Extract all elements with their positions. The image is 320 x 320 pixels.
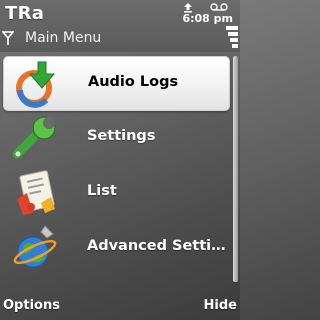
app-title: TRa <box>5 3 45 24</box>
hide-softkey[interactable]: Hide <box>204 298 237 313</box>
softkey-bar: Options Hide <box>0 292 240 320</box>
wrench-icon <box>12 116 56 159</box>
battery-indicator <box>226 26 238 48</box>
menu-item-label: Settings <box>87 128 156 144</box>
clock: 6:08 pm <box>182 12 233 25</box>
menu-item-list[interactable]: List <box>3 166 230 221</box>
status-area: TRa Main Menu 6:08 pm <box>0 0 240 52</box>
screen: TRa Main Menu 6:08 pm Audio Logs Setting… <box>0 0 240 320</box>
scrollbar[interactable] <box>233 56 238 282</box>
menu-item-label: Audio Logs <box>88 74 179 90</box>
menu-item-label: Advanced Setti… <box>87 238 226 254</box>
main-menu-list: Audio Logs Settings List Advanced Setti… <box>0 56 240 286</box>
list-document-icon <box>17 170 55 215</box>
menu-item-label: List <box>87 183 117 199</box>
globe-icon <box>13 225 57 268</box>
menu-item-audio-logs[interactable]: Audio Logs <box>3 56 230 111</box>
audio-logs-icon <box>16 61 56 108</box>
antenna-icon <box>2 31 14 45</box>
menu-item-settings[interactable]: Settings <box>3 111 230 166</box>
options-softkey[interactable]: Options <box>3 298 60 313</box>
screen-title: Main Menu <box>25 30 102 46</box>
voicemail-icon <box>210 3 228 11</box>
scrollbar-thumb[interactable] <box>233 56 238 282</box>
menu-item-advanced-settings[interactable]: Advanced Setti… <box>3 221 230 276</box>
